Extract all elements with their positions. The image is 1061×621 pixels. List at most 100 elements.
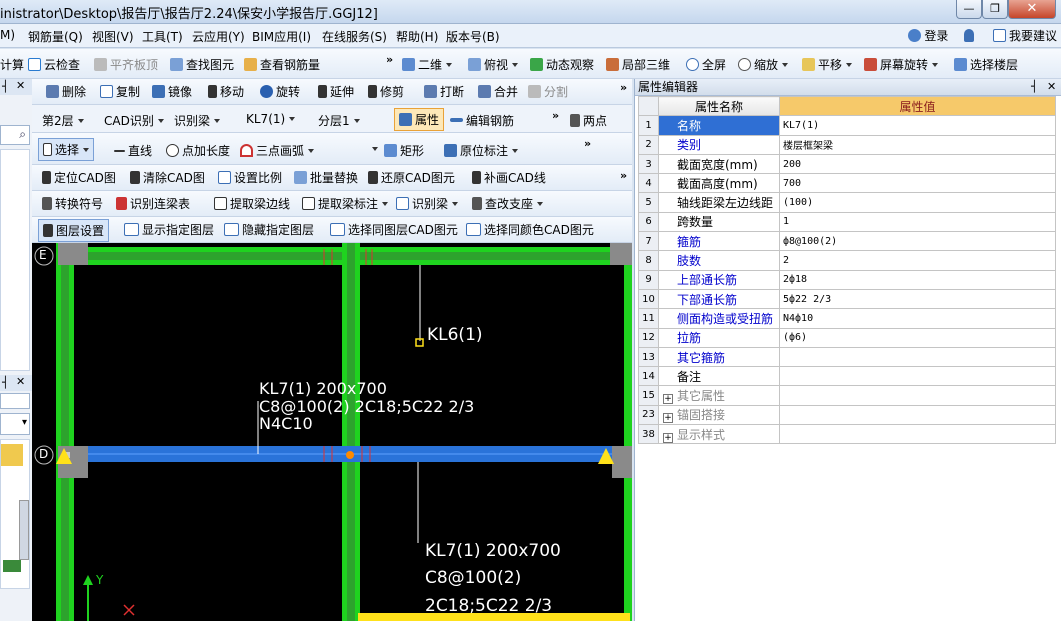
menu-item-view[interactable]: 视图(V) xyxy=(92,28,134,45)
search-icon[interactable]: ⌕ xyxy=(19,127,26,142)
trim-button[interactable]: 修剪 xyxy=(368,83,404,100)
menu-item-cloud[interactable]: 云应用(Y) xyxy=(192,28,245,45)
component-list[interactable] xyxy=(0,149,30,371)
cad-label-kl7-name[interactable]: KL7(1) 200x700 xyxy=(259,379,387,398)
rect-button[interactable]: 矩形 xyxy=(384,142,424,159)
rotate-screen-dropdown[interactable]: 屏幕旋转 xyxy=(864,56,939,73)
zoom-dropdown[interactable]: 缩放 xyxy=(738,56,789,73)
cad-label-kl6[interactable]: KL6(1) xyxy=(427,325,483,345)
three-point-arc-dropdown[interactable]: 三点画弧 xyxy=(240,142,315,159)
fullscreen-button[interactable]: 全屏 xyxy=(686,56,726,73)
menu-item-help[interactable]: 帮助(H) xyxy=(396,28,438,45)
recognize-beam-table-button[interactable]: 识别连梁表 xyxy=(116,195,190,212)
value-cell[interactable]: KL7(1) xyxy=(779,115,1056,136)
value-cell[interactable]: 5ф22 2/3 xyxy=(779,288,1056,310)
value-cell[interactable]: ф8@100(2) xyxy=(779,231,1056,252)
menu-item-tools[interactable]: 工具(T) xyxy=(142,28,183,45)
expand-icon[interactable]: + xyxy=(663,394,673,405)
table-row[interactable]: 5 轴线距梁左边线距 (100) xyxy=(638,192,1056,213)
beam-right-green[interactable] xyxy=(624,243,632,621)
expand-icon[interactable]: + xyxy=(663,432,673,443)
convert-symbol-button[interactable]: 转换符号 xyxy=(42,195,103,212)
toolbar-more-4[interactable]: » xyxy=(584,137,591,150)
menu-item-online[interactable]: 在线服务(S) xyxy=(322,28,387,45)
table-row[interactable]: 6 跨数量 1 xyxy=(638,211,1056,233)
copy-button[interactable]: 复制 xyxy=(100,83,140,100)
menu-item-rebar-qty[interactable]: 钢筋量(Q) xyxy=(28,28,83,45)
filter-box[interactable] xyxy=(0,393,30,409)
menu-item-bim[interactable]: BIM应用(I) xyxy=(252,28,311,45)
column-d-right[interactable] xyxy=(612,446,632,478)
notification-icon[interactable] xyxy=(964,29,977,43)
grip-point[interactable] xyxy=(346,451,354,459)
pan-dropdown[interactable]: 平移 xyxy=(802,56,853,73)
table-row[interactable]: 11 侧面构造或受扭筋 N4ф10 xyxy=(638,308,1056,329)
cad-recognition-dropdown[interactable]: CAD识别 xyxy=(104,112,164,129)
value-cell[interactable]: 1 xyxy=(779,211,1056,233)
pin-icon-2[interactable]: ┤ xyxy=(2,376,9,389)
layer-tree[interactable] xyxy=(0,439,30,589)
mirror-button[interactable]: 镜像 xyxy=(152,83,192,100)
dynamic-view-button[interactable]: 动态观察 xyxy=(530,56,594,73)
local-3d-button[interactable]: 局部三维 xyxy=(606,56,670,73)
scrollbar[interactable] xyxy=(19,500,29,560)
close-panel-icon[interactable]: ✕ xyxy=(16,79,25,92)
layer-settings-button[interactable]: 图层设置 xyxy=(38,219,110,242)
show-layer-button[interactable]: 显示指定图层 xyxy=(124,221,214,238)
clear-cad-button[interactable]: 清除CAD图 xyxy=(130,169,205,186)
find-element-button[interactable]: 查找图元 xyxy=(170,56,234,73)
value-cell[interactable]: (100) xyxy=(779,192,1056,213)
pin-icon-props[interactable]: ┤ xyxy=(1031,79,1038,95)
merge-button[interactable]: 合并 xyxy=(478,83,518,100)
col-header-name[interactable]: 属性名称 xyxy=(658,95,780,117)
cloud-check-button[interactable]: 云检查 xyxy=(28,56,80,73)
menu-item-version[interactable]: 版本号(B) xyxy=(446,28,500,45)
close-button[interactable]: ✕ xyxy=(1008,0,1056,19)
value-cell[interactable] xyxy=(779,346,1056,368)
hide-layer-button[interactable]: 隐藏指定图层 xyxy=(224,221,314,238)
cad-label-kl7-side[interactable]: N4C10 xyxy=(259,414,313,433)
beam-name-dropdown[interactable]: KL7(1) xyxy=(246,112,296,126)
close-panel-icon-2[interactable]: ✕ xyxy=(16,375,25,388)
restore-cad-button[interactable]: 还原CAD图元 xyxy=(368,169,455,186)
column-e-right[interactable] xyxy=(610,243,632,265)
table-row[interactable]: 8 肢数 2 xyxy=(638,250,1056,271)
login-button[interactable]: 登录 xyxy=(908,27,948,44)
cad-label-kl7b-stirrup[interactable]: C8@100(2) xyxy=(425,568,521,588)
table-row-group[interactable]: 23 + 锚固搭接 xyxy=(638,404,1056,426)
batch-replace-button[interactable]: 批量替换 xyxy=(294,169,358,186)
table-row[interactable]: 9 上部通长筋 2ф18 xyxy=(638,269,1056,290)
point-length-button[interactable]: 点加长度 xyxy=(166,142,230,159)
two-point-button[interactable]: 两点 xyxy=(570,112,607,129)
table-row-group[interactable]: 15 + 其它属性 xyxy=(638,385,1056,406)
delete-button[interactable]: 删除 xyxy=(46,83,86,100)
flat-board-button[interactable]: 平齐板顶 xyxy=(94,56,158,73)
table-row[interactable]: 3 截面宽度(mm) 200 xyxy=(638,153,1056,175)
split-button[interactable]: 分割 xyxy=(528,83,568,100)
select-same-layer-button[interactable]: 选择同图层CAD图元 xyxy=(330,221,458,238)
view-2d-dropdown[interactable]: 二维 xyxy=(402,56,453,73)
value-cell[interactable]: 楼层框架梁 xyxy=(779,134,1056,155)
cad-label-kl7b-rebar[interactable]: 2C18;5C22 2/3 xyxy=(425,596,552,616)
table-row[interactable]: 2 类别 楼层框架梁 xyxy=(638,134,1056,155)
recognize-beam-dropdown[interactable]: 识别梁 xyxy=(174,112,221,129)
minimize-button[interactable]: — xyxy=(956,0,982,19)
cad-canvas[interactable]: E D KL6(1) KL7(1) 200x700 C8@100(2) 2C18… xyxy=(32,243,632,621)
search-box[interactable]: ⌕ xyxy=(0,125,30,145)
col-header-value[interactable]: 属性值 xyxy=(779,95,1056,117)
cad-label-kl7b-name[interactable]: KL7(1) 200x700 xyxy=(425,541,561,561)
line-button[interactable]: 直线 xyxy=(114,142,152,159)
value-cell[interactable] xyxy=(779,366,1056,387)
set-scale-button[interactable]: 设置比例 xyxy=(218,169,282,186)
check-support-dropdown[interactable]: 查改支座 xyxy=(472,195,544,212)
expand-icon[interactable]: + xyxy=(663,413,673,424)
origin-mark-dropdown[interactable]: 原位标注 xyxy=(444,142,519,159)
value-cell[interactable]: (ф6) xyxy=(779,327,1056,348)
plan-view-dropdown[interactable]: 俯视 xyxy=(468,56,519,73)
table-row[interactable]: 12 拉筋 (ф6) xyxy=(638,327,1056,348)
property-button[interactable]: 属性 xyxy=(394,108,445,131)
select-floor-button[interactable]: 选择楼层 xyxy=(954,56,1018,73)
view-rebar-qty-button[interactable]: 查看钢筋量 xyxy=(244,56,320,73)
maximize-button[interactable]: ❐ xyxy=(982,0,1008,19)
close-props-icon[interactable]: ✕ xyxy=(1047,79,1056,95)
